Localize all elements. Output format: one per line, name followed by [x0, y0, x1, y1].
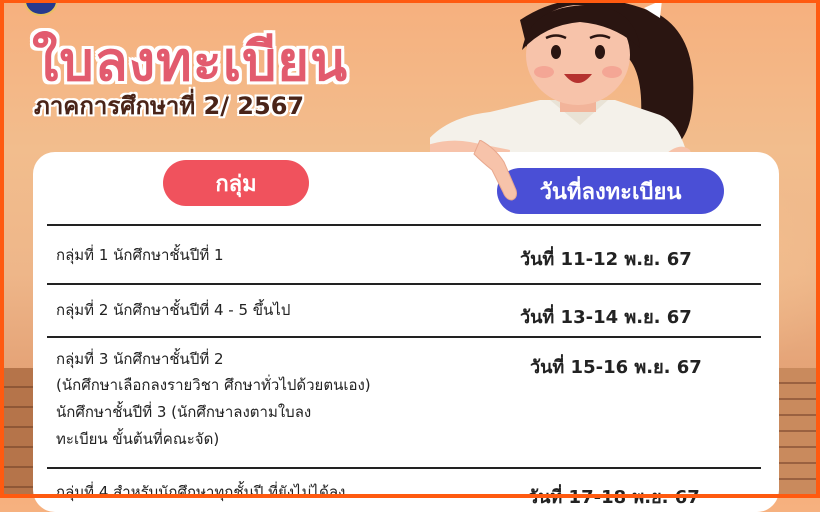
group-4-date: วันที่ 17-18 พ.ย. 67 — [528, 487, 700, 508]
group-3-line-2: (นักศึกษาเลือกลงรายวิชา ศึกษาทั่วไปด้วยต… — [56, 376, 371, 394]
university-logo — [24, 0, 58, 16]
group-1-label: กลุ่มที่ 1 นักศึกษาชั้นปีที่ 1 — [56, 246, 224, 264]
group-1-date: วันที่ 11-12 พ.ย. 67 — [520, 249, 692, 270]
group-4-label: กลุ่มที่ 4 สำหรับนักศึกษาทุกชั้นปี ที่ยั… — [56, 483, 346, 501]
group-3-date: วันที่ 15-16 พ.ย. 67 — [530, 357, 702, 378]
pointing-hand-icon — [473, 140, 517, 201]
page-subtitle: ภาคการศึกษาที่ 2/ 2567 — [34, 92, 305, 120]
row-divider — [47, 283, 761, 285]
group-3-line-4: ทะเบียน ขั้นต้นที่คณะจัด) — [56, 430, 220, 448]
group-3-line-3: นักศึกษาชั้นปีที่ 3 (นักศึกษาลงตามใบลง — [56, 403, 312, 421]
row-divider — [47, 336, 761, 338]
row-divider — [47, 467, 761, 469]
group-2-date: วันที่ 13-14 พ.ย. 67 — [520, 307, 692, 328]
group-2-label: กลุ่มที่ 2 นักศึกษาชั้นปีที่ 4 - 5 ขึ้นไ… — [56, 301, 291, 319]
group-header-pill: กลุ่ม — [163, 160, 309, 206]
row-divider — [47, 224, 761, 226]
group-3-line-1: กลุ่มที่ 3 นักศึกษาชั้นปีที่ 2 — [56, 350, 224, 368]
